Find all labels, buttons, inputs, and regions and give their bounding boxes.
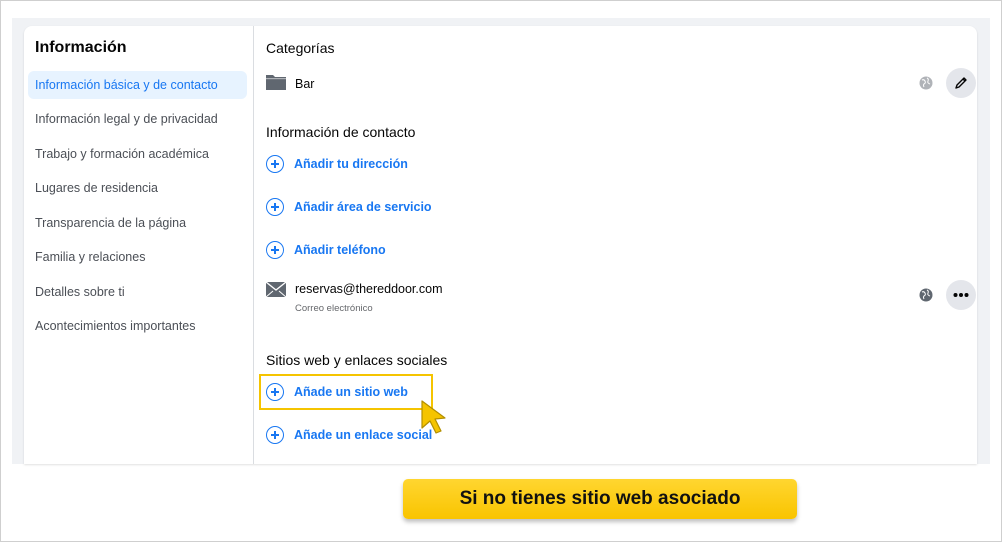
sidebar-item-details[interactable]: Detalles sobre ti [28,278,247,306]
contact-title: Información de contacto [266,124,416,140]
add-phone-label: Añadir teléfono [294,243,386,257]
sidebar-item-transparency[interactable]: Transparencia de la página [28,209,247,237]
highlight-box [259,374,433,410]
sidebar-item-life-events[interactable]: Acontecimientos importantes [28,312,247,340]
sidebar: Información Información básica y de cont… [24,26,254,464]
more-dots-icon [953,293,969,297]
plus-circle-icon [266,426,284,444]
folder-icon [266,75,286,90]
sidebar-item-work-education[interactable]: Trabajo y formación académica [28,140,247,168]
category-value: Bar [295,77,315,91]
plus-circle-icon [266,155,284,173]
info-card: Información Información básica y de cont… [24,26,977,464]
categories-title: Categorías [266,40,335,56]
pencil-icon [955,77,967,89]
add-social-link[interactable]: Añade un enlace social [266,424,432,446]
add-phone-link[interactable]: Añadir teléfono [266,239,386,261]
email-value: reservas@thereddoor.com [295,282,443,296]
cursor-arrow-icon [421,400,446,434]
add-service-area-link[interactable]: Añadir área de servicio [266,196,432,218]
add-service-area-label: Añadir área de servicio [294,200,432,214]
sidebar-item-basic-contact[interactable]: Información básica y de contacto [28,71,247,99]
globe-icon [919,288,933,302]
plus-circle-icon [266,241,284,259]
email-more-options-button[interactable] [946,280,976,310]
sidebar-item-places[interactable]: Lugares de residencia [28,174,247,202]
plus-circle-icon [266,198,284,216]
sidebar-item-family[interactable]: Familia y relaciones [28,243,247,271]
websites-title: Sitios web y enlaces sociales [266,352,448,368]
add-address-link[interactable]: Añadir tu dirección [266,153,408,175]
add-social-label: Añade un enlace social [294,428,433,442]
sidebar-title: Información [35,39,127,56]
add-address-label: Añadir tu dirección [294,157,408,171]
envelope-icon [266,282,286,297]
sidebar-item-legal-privacy[interactable]: Información legal y de privacidad [28,105,247,133]
globe-icon [919,76,933,90]
email-label: Correo electrónico [295,303,373,314]
caption-banner: Si no tienes sitio web asociado [403,479,797,519]
edit-category-button[interactable] [946,68,976,98]
